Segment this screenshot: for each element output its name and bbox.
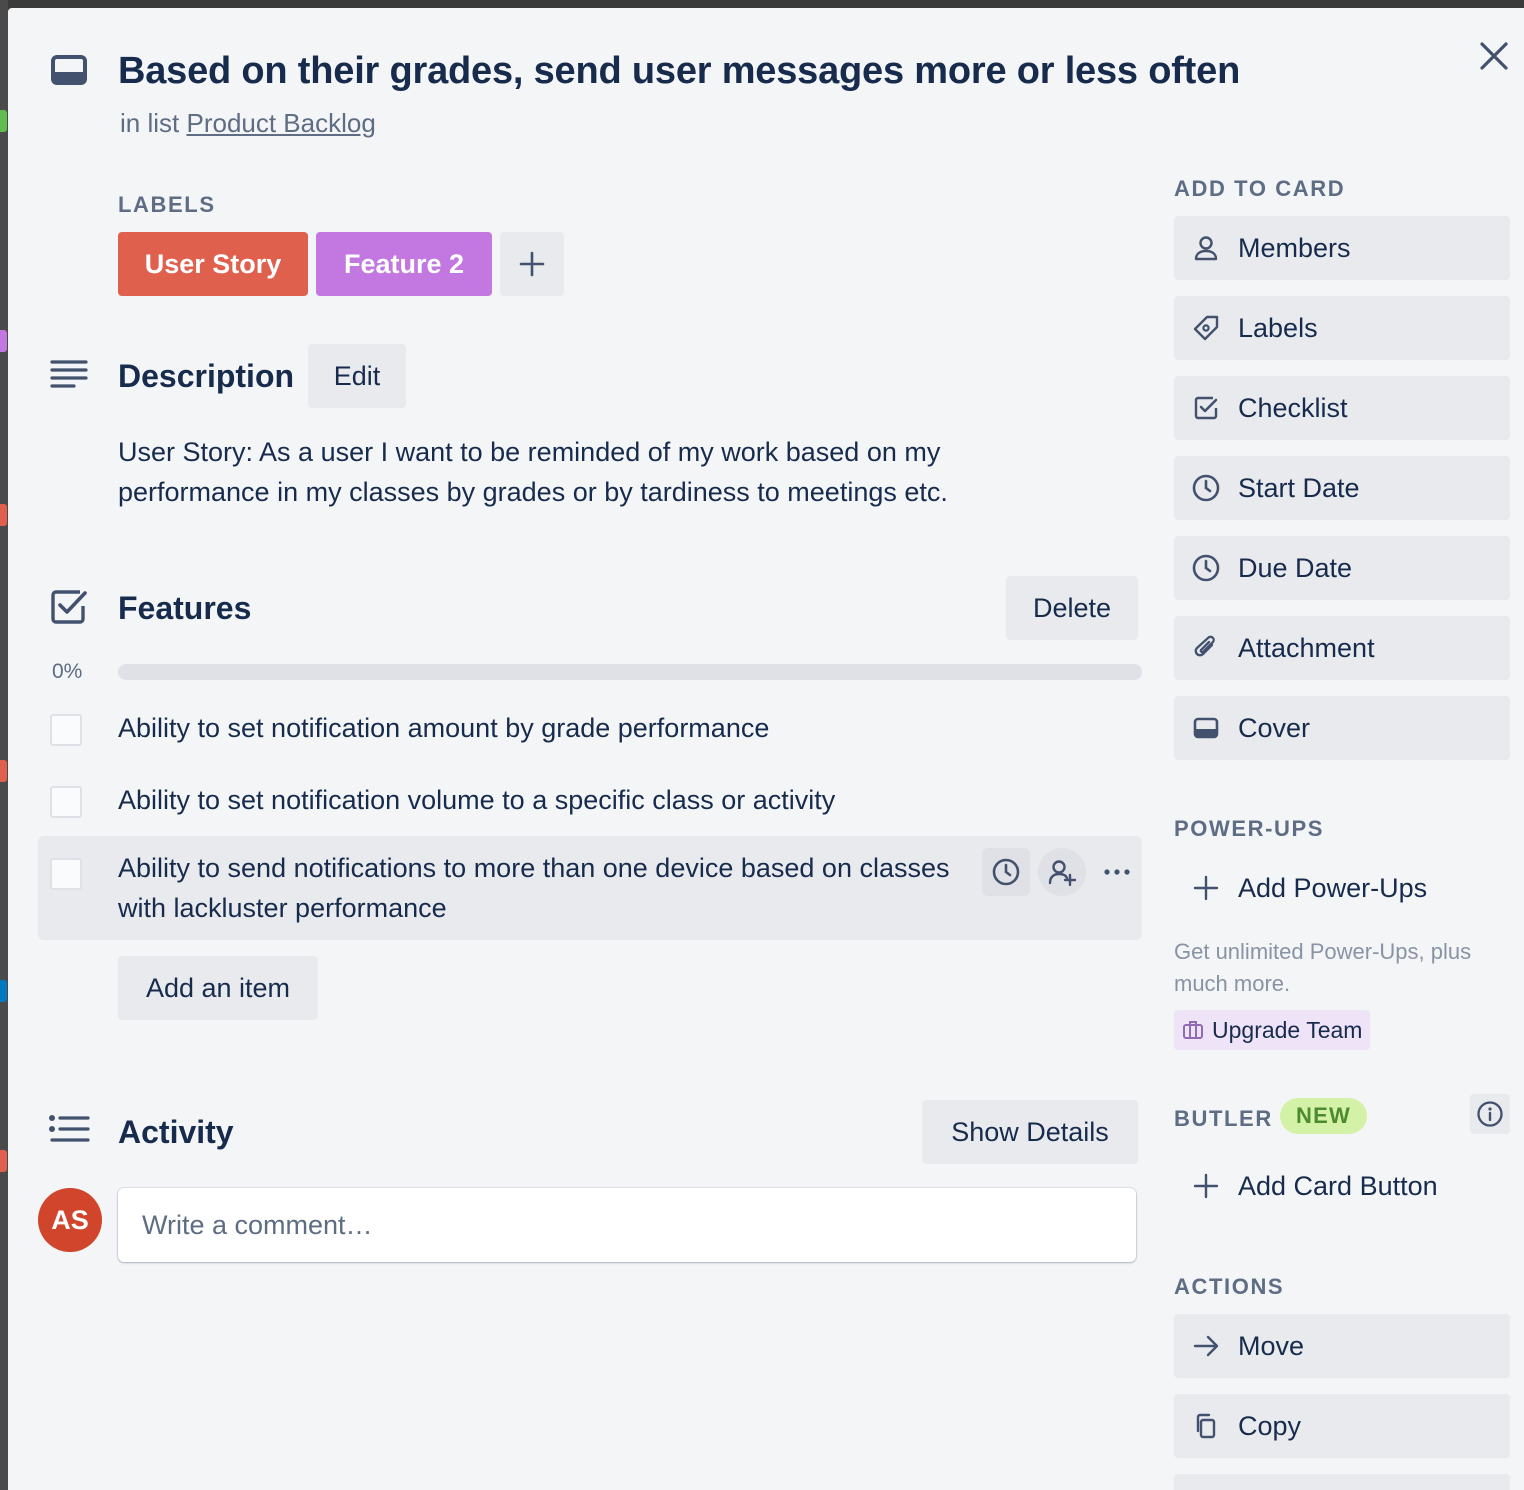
description-text[interactable]: User Story: As a user I want to be remin… [118,432,1078,512]
add-card-button-button[interactable]: Add Card Button [1174,1154,1510,1218]
due-date-label: Due Date [1238,552,1353,583]
add-member-icon [1048,860,1077,887]
copy-icon [1174,1412,1238,1440]
board-backdrop [0,0,8,1490]
checklist-button[interactable]: Checklist [1174,376,1510,440]
arrow-right-icon [1174,1334,1238,1358]
copy-button[interactable]: Copy [1174,1394,1510,1458]
list-breadcrumb: in list Product Backlog [120,108,376,139]
checklist-item-text[interactable]: Ability to set notification volume to a … [118,780,835,820]
new-badge: NEW [1280,1098,1367,1134]
checklist-item-checkbox[interactable] [50,786,82,818]
board-label-chip [0,760,7,782]
clock-icon [1174,473,1238,503]
activity-icon [48,1114,90,1148]
checklist-heading: Features [118,590,252,626]
description-icon [50,358,88,392]
person-icon [1174,234,1238,262]
copy-label: Copy [1238,1410,1302,1441]
labels-heading: LABELS [118,192,216,217]
checklist-icon [50,588,88,626]
add-power-ups-label: Add Power-Ups [1238,872,1428,903]
description-heading: Description [118,358,295,394]
checklist-item-checkbox[interactable] [50,714,82,746]
board-label-chip [0,504,7,526]
butler-heading: BUTLER [1174,1106,1273,1131]
card-icon [50,54,88,88]
power-ups-heading: POWER-UPS [1174,816,1325,841]
clock-icon [992,858,1020,886]
checklist-label: Checklist [1238,392,1348,423]
more-dots-icon [1104,869,1130,875]
move-button[interactable]: Move [1174,1314,1510,1378]
tag-icon [1174,314,1238,342]
close-icon [1480,42,1508,70]
attachment-button[interactable]: Attachment [1174,616,1510,680]
add-card-button-label: Add Card Button [1238,1170,1438,1201]
members-button[interactable]: Members [1174,216,1510,280]
paperclip-icon [1174,634,1238,662]
activity-heading: Activity [118,1114,234,1150]
item-more-button[interactable] [1100,860,1134,884]
power-ups-promo-text: Get unlimited Power-Ups, plus much more. [1174,939,1472,996]
actions-heading: ACTIONS [1174,1274,1285,1299]
checklist-item-text[interactable]: Ability to set notification amount by gr… [118,708,769,748]
show-details-button[interactable]: Show Details [922,1100,1138,1164]
labels-label: Labels [1238,312,1318,343]
item-due-date-button[interactable] [982,848,1030,896]
item-assign-member-button[interactable] [1038,848,1086,896]
attachment-label: Attachment [1238,632,1375,663]
board-label-chip [0,1150,7,1172]
add-label-button[interactable] [500,232,564,296]
start-date-label: Start Date [1238,472,1360,503]
board-label-chip [0,110,7,132]
briefcase-icon [1183,1021,1203,1039]
info-icon [1477,1101,1503,1127]
card-detail-modal: Based on their grades, send user message… [8,8,1524,1490]
card-cover-icon [1174,715,1238,741]
checklist-progress-bar [118,664,1142,680]
checkbox-icon [1174,394,1238,422]
checklist-progress-percent: 0% [52,660,83,683]
add-checklist-item-button[interactable]: Add an item [118,956,318,1020]
board-label-chip [0,330,7,352]
in-list-prefix: in list [120,108,180,138]
move-label: Move [1238,1330,1305,1361]
clock-icon [1174,553,1238,583]
delete-checklist-button[interactable]: Delete [1006,576,1138,640]
add-to-card-heading: ADD TO CARD [1174,176,1346,201]
add-power-ups-button[interactable]: Add Power-Ups [1174,856,1510,920]
due-date-button[interactable]: Due Date [1174,536,1510,600]
labels-button[interactable]: Labels [1174,296,1510,360]
checklist-item-text[interactable]: Ability to send notifications to more th… [118,848,958,928]
list-link[interactable]: Product Backlog [186,108,375,138]
cover-label: Cover [1238,712,1311,743]
card-title[interactable]: Based on their grades, send user message… [118,50,1240,93]
plus-icon [1174,1173,1238,1199]
label-feature-2[interactable]: Feature 2 [316,232,492,296]
comment-input[interactable]: Write a comment… [118,1188,1136,1262]
butler-info-button[interactable] [1470,1094,1510,1134]
avatar[interactable]: AS [38,1188,102,1252]
cover-button[interactable]: Cover [1174,696,1510,760]
edit-description-button[interactable]: Edit [308,344,406,408]
close-button[interactable] [1474,36,1514,76]
board-label-chip [0,980,7,1002]
next-action-button[interactable] [1174,1474,1510,1490]
upgrade-team-label: Upgrade Team [1212,1016,1363,1043]
plus-icon [1174,875,1238,901]
members-label: Members [1238,232,1351,263]
upgrade-team-button[interactable]: Upgrade Team [1174,1010,1371,1050]
plus-icon [519,251,545,277]
start-date-button[interactable]: Start Date [1174,456,1510,520]
label-user-story[interactable]: User Story [118,232,308,296]
checklist-item-checkbox[interactable] [50,858,82,890]
